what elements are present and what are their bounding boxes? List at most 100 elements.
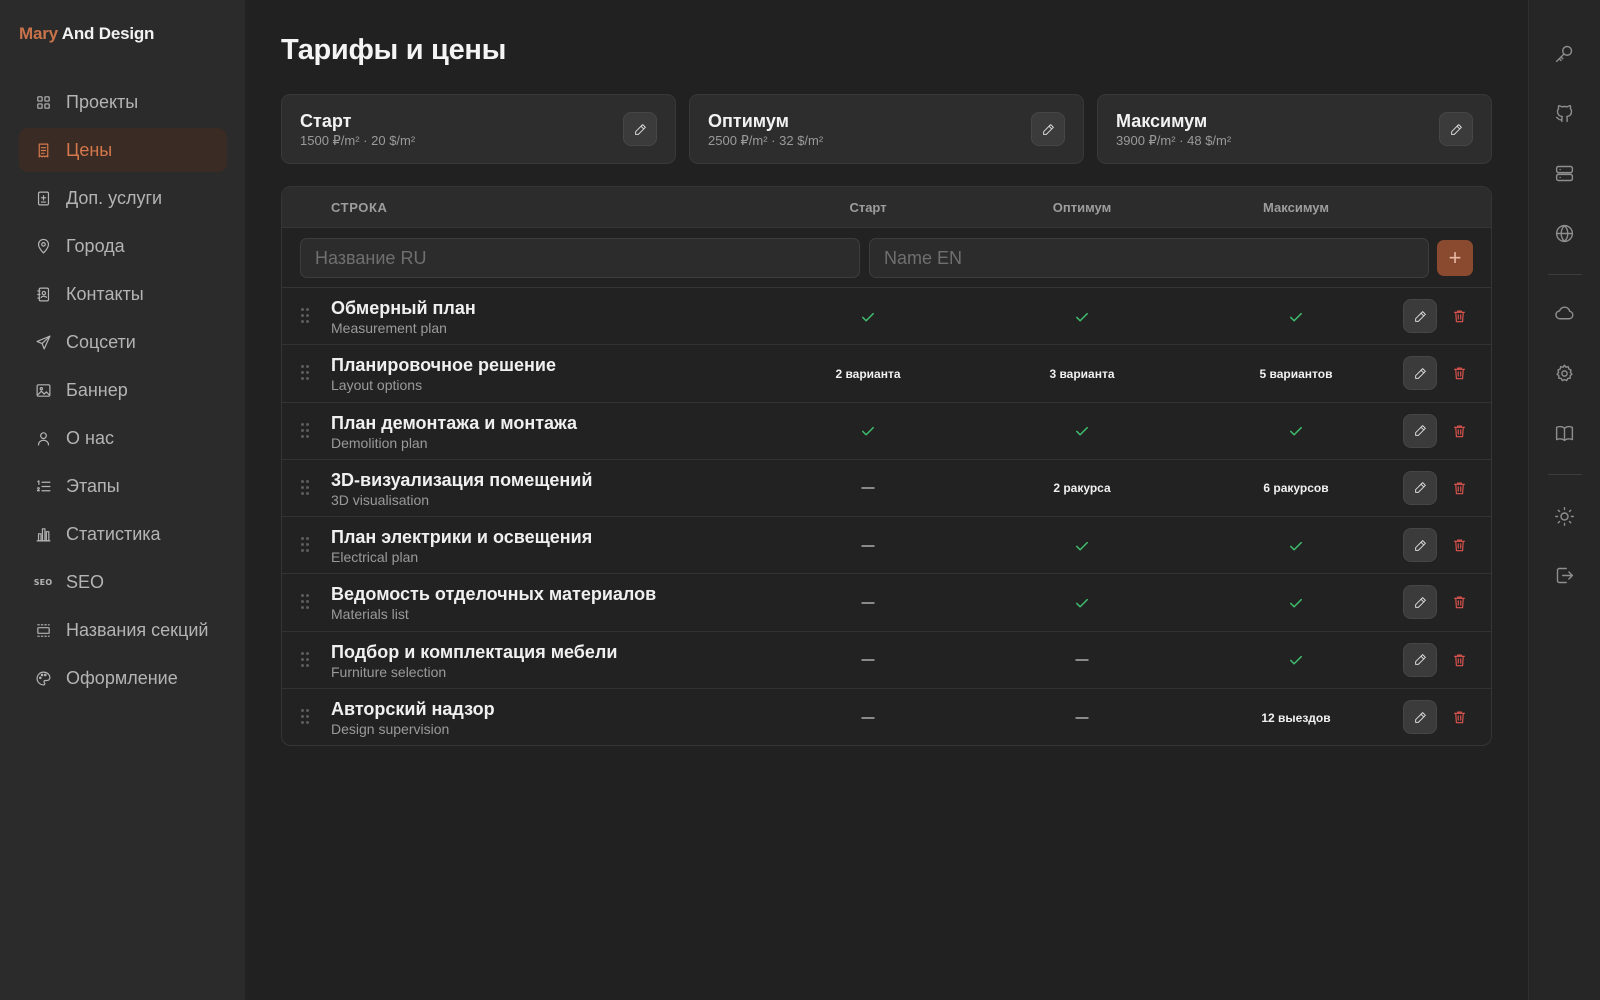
check-icon — [1076, 598, 1088, 608]
seo-icon: SEO — [33, 577, 53, 587]
column-header-row: СТРОКА — [331, 200, 388, 215]
sidebar-item-appearance[interactable]: Оформление — [19, 656, 227, 700]
edit-plan-button[interactable] — [623, 112, 657, 146]
pencil-icon — [1414, 310, 1426, 322]
settings-icon — [1556, 363, 1573, 381]
sidebar-item-socials[interactable]: Соцсети — [19, 320, 227, 364]
drag-handle-icon[interactable] — [301, 594, 311, 610]
check-icon — [1290, 656, 1302, 665]
row-subtitle: 3D visualisation — [331, 491, 430, 508]
edit-row-button[interactable] — [1403, 413, 1437, 448]
edit-row-button[interactable] — [1403, 356, 1437, 391]
cell-value: 2 варианта — [835, 366, 901, 381]
theme-toggle-button[interactable] — [1551, 502, 1579, 530]
drag-handle-icon[interactable] — [301, 651, 311, 668]
table-row: План демонтажа и монтажа Demolition plan — [282, 403, 1491, 460]
delete-row-button[interactable] — [1450, 478, 1468, 498]
sidebar-item-contacts[interactable]: Контакты — [19, 272, 227, 316]
sidebar-item-section-names[interactable]: Названия секций — [19, 608, 227, 652]
sidebar-item-banner[interactable]: Баннер — [19, 368, 227, 412]
cell-not-included — [861, 689, 875, 745]
check-icon — [1290, 598, 1302, 608]
edit-row-button[interactable] — [1403, 299, 1437, 333]
logout-button[interactable] — [1551, 561, 1579, 589]
drag-handle-icon[interactable] — [301, 537, 311, 553]
add-row-button[interactable]: + — [1437, 240, 1473, 276]
trash-icon — [1453, 596, 1465, 609]
numbered-list-icon — [34, 477, 52, 495]
drag-handle-icon[interactable] — [301, 308, 311, 324]
sidebar-item-label: Оформление — [66, 667, 178, 688]
sidebar-item-prices[interactable]: Цены — [19, 128, 227, 172]
edit-plan-button[interactable] — [1031, 112, 1065, 146]
edit-row-button[interactable] — [1403, 642, 1437, 677]
sidebar-item-extra-services[interactable]: Доп. услуги — [19, 176, 227, 220]
plan-card-optimum: Оптимум 2500 ₽/m² · 32 $/m² — [689, 94, 1084, 164]
send-icon — [34, 333, 52, 351]
server-icon — [1555, 165, 1574, 181]
name-ru-input[interactable] — [300, 238, 860, 278]
dash-icon — [1075, 659, 1089, 662]
rail-divider — [1548, 274, 1582, 275]
delete-row-button[interactable] — [1450, 707, 1468, 727]
cell-included — [1287, 517, 1305, 574]
sidebar-item-label: Баннер — [66, 379, 128, 400]
cloud-button[interactable] — [1551, 299, 1579, 327]
globe-button[interactable] — [1551, 219, 1579, 247]
sidebar-item-stages[interactable]: Этапы — [19, 464, 227, 508]
delete-row-button[interactable] — [1450, 592, 1468, 612]
sidebar-item-statistics[interactable]: Статистика — [19, 512, 227, 556]
table-row: 3D-визуализация помещений 3D visualisatio… — [282, 460, 1491, 518]
sidebar-item-seo[interactable]: SEO SEO — [19, 560, 227, 604]
row-title: Авторский надзор — [331, 699, 495, 720]
edit-row-button[interactable] — [1403, 528, 1437, 563]
server-button[interactable] — [1551, 159, 1579, 187]
settings-button[interactable] — [1551, 359, 1579, 387]
cell-value: 6 ракурсов — [1263, 481, 1329, 496]
pencil-icon — [1414, 654, 1426, 666]
sidebar-item-label: Города — [66, 235, 125, 256]
cell-not-included — [861, 632, 875, 689]
row-subtitle: Design supervision — [331, 721, 450, 738]
github-button[interactable] — [1551, 99, 1579, 127]
name-en-input[interactable] — [869, 238, 1429, 278]
document-plus-icon — [34, 189, 52, 207]
sidebar-nav: Проекты Цены Доп. услуги Города Контакты… — [19, 80, 227, 704]
sidebar-item-cities[interactable]: Города — [19, 224, 227, 268]
edit-row-button[interactable] — [1403, 470, 1437, 505]
sidebar-item-label: Доп. услуги — [66, 187, 163, 208]
image-icon — [34, 381, 52, 399]
delete-row-button[interactable] — [1450, 421, 1468, 441]
plan-card-maximum: Максимум 3900 ₽/m² · 48 $/m² — [1097, 94, 1492, 164]
column-header-optimum: Оптимум — [1052, 200, 1112, 215]
delete-row-button[interactable] — [1450, 650, 1468, 670]
drag-handle-icon[interactable] — [301, 479, 311, 496]
brand-logo[interactable]: Mary And Design — [19, 24, 154, 44]
dash-icon — [861, 659, 875, 662]
sidebar-item-about[interactable]: О нас — [19, 416, 227, 460]
delete-row-button[interactable] — [1450, 535, 1468, 555]
sidebar-item-projects[interactable]: Проекты — [19, 80, 227, 124]
drag-handle-icon[interactable] — [301, 709, 311, 725]
drag-handle-icon[interactable] — [301, 365, 311, 381]
plan-price: 1500 ₽/m² · 20 $/m² — [300, 133, 416, 148]
trash-icon — [1453, 482, 1465, 495]
check-icon — [862, 426, 874, 436]
sidebar-item-label: Соцсети — [66, 331, 136, 352]
edit-plan-button[interactable] — [1439, 112, 1473, 146]
row-subtitle: Layout options — [331, 377, 423, 394]
sidebar-item-label: О нас — [66, 427, 114, 448]
plan-cards: Старт 1500 ₽/m² · 20 $/m² Оптимум 2500 ₽… — [281, 94, 1492, 164]
delete-row-button[interactable] — [1450, 306, 1468, 326]
sidebar-item-label: Контакты — [66, 283, 144, 304]
docs-button[interactable] — [1551, 419, 1579, 447]
delete-row-button[interactable] — [1450, 363, 1468, 383]
dash-icon — [1075, 716, 1089, 719]
cell-included — [1073, 574, 1091, 631]
edit-row-button[interactable] — [1403, 700, 1437, 735]
pencil-icon — [1414, 711, 1426, 723]
key-button[interactable] — [1551, 39, 1579, 67]
drag-handle-icon[interactable] — [301, 422, 311, 439]
edit-row-button[interactable] — [1403, 585, 1437, 620]
check-icon — [1290, 541, 1302, 551]
